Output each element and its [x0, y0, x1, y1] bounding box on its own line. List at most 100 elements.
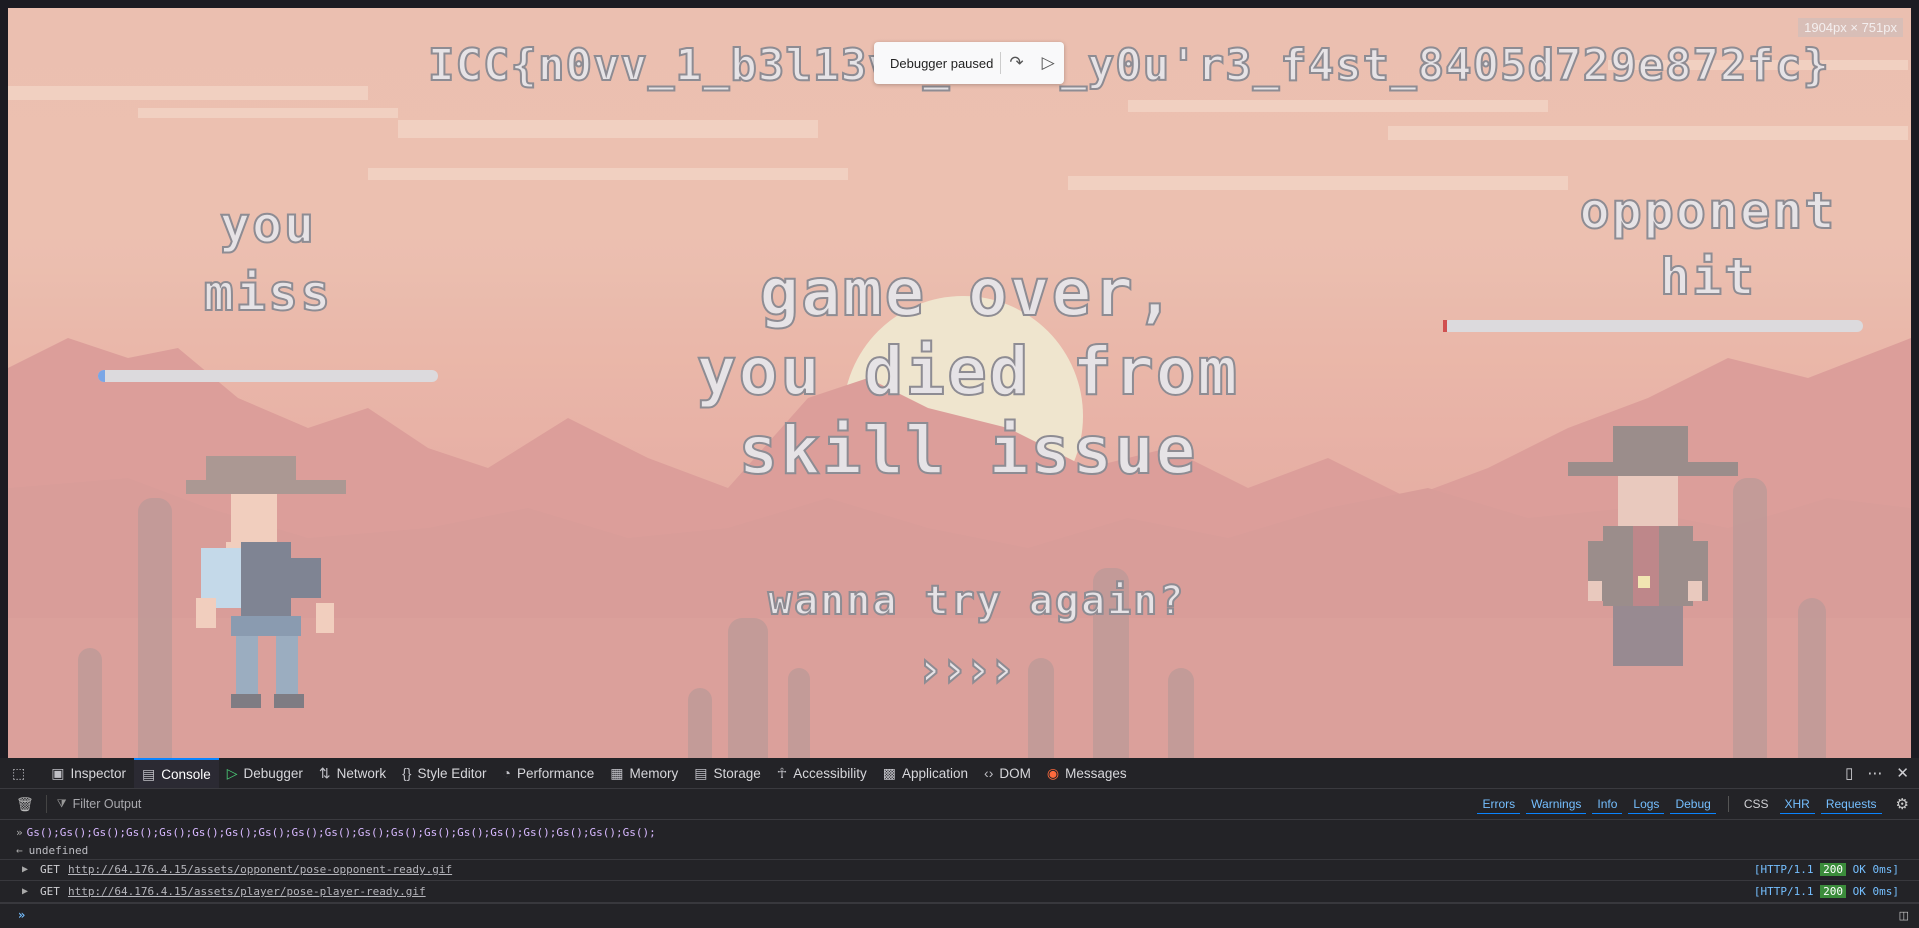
inspector-icon: ▣: [51, 764, 65, 781]
tab-label: Debugger: [243, 765, 303, 781]
console-settings-icon[interactable]: ⚙: [1896, 795, 1909, 813]
input-echo-icon: »: [16, 825, 23, 839]
debugger-icon: ▷: [226, 764, 238, 781]
filter-output-input[interactable]: [70, 796, 475, 812]
step-over-icon[interactable]: ↷: [1001, 53, 1033, 73]
request-method: GET: [40, 863, 60, 876]
tab-style-editor[interactable]: {} Style Editor: [394, 758, 494, 788]
filter-requests[interactable]: Requests: [1820, 795, 1882, 814]
request-url[interactable]: http://64.176.4.15/assets/opponent/pose-…: [68, 863, 452, 876]
tab-label: Messages: [1065, 765, 1127, 781]
status-code-badge: 200: [1820, 885, 1847, 898]
game-viewport: ICC{n0vv_1_b3l13v3_th4t_y0u'r3_f4st_8405…: [8, 8, 1911, 758]
game-over-message: game over, you died from skill issue: [658, 253, 1278, 490]
devtools-tabbar-controls: ▯ ⋯ ✕: [1845, 758, 1909, 788]
style-editor-icon: {}: [402, 765, 412, 781]
tab-label: Style Editor: [417, 765, 487, 781]
devtools-tabs: ▣ Inspector ▤ Console ▷ Debugger ⇅ Network {} Sty…: [43, 758, 1134, 788]
console-filter-bar: 🗑 ⧩ Errors Warnings Info Logs Debug CSS XHR Req…: [0, 789, 1919, 820]
close-icon[interactable]: ✕: [1896, 764, 1909, 782]
tab-inspector[interactable]: ▣ Inspector: [43, 758, 134, 788]
viewport-size-badge: 1904px × 751px: [1798, 18, 1903, 37]
console-prompt: » ◫: [0, 903, 1919, 926]
result-arrow-icon: ←: [16, 843, 23, 857]
player-health-fill: [98, 370, 105, 382]
devtools-tabbar: ⬚ ▣ Inspector ▤ Console ▷ Debugger ⇅ Network {} S…: [0, 758, 1919, 789]
filter-info[interactable]: Info: [1592, 795, 1623, 814]
tab-label: Storage: [713, 765, 761, 781]
tab-dom[interactable]: ‹› DOM: [976, 758, 1039, 788]
player-health-bar: [98, 370, 438, 382]
performance-icon: ◔: [502, 765, 511, 781]
console-input[interactable]: [31, 907, 1836, 923]
divider: [45, 795, 47, 813]
tab-debugger[interactable]: ▷ Debugger: [219, 758, 311, 788]
divider: [1727, 796, 1729, 812]
messages-icon: ◉: [1046, 764, 1060, 781]
request-method: GET: [40, 885, 60, 898]
network-request-row[interactable]: ▶ GET http://64.176.4.15/assets/player/pos…: [0, 881, 1919, 903]
debugger-paused-overlay: Debugger paused ↷ ▷: [874, 42, 1064, 84]
tab-storage[interactable]: ▤ Storage: [686, 758, 769, 788]
tab-messages[interactable]: ◉ Messages: [1039, 758, 1135, 788]
application-icon: ▩: [882, 764, 896, 781]
filter-errors[interactable]: Errors: [1477, 795, 1521, 814]
clear-console-icon[interactable]: 🗑: [16, 796, 34, 813]
dock-side-icon[interactable]: ▯: [1845, 764, 1853, 782]
filter-xhr[interactable]: XHR: [1779, 795, 1815, 814]
dom-icon: ‹›: [984, 765, 994, 781]
request-status[interactable]: [HTTP/1.1 200 OK 0ms]: [1754, 885, 1899, 898]
request-url[interactable]: http://64.176.4.15/assets/player/pose-pl…: [68, 885, 426, 898]
element-picker-icon[interactable]: ⬚: [0, 758, 43, 788]
player-name: you: [219, 195, 317, 255]
filter-logs[interactable]: Logs: [1628, 795, 1665, 814]
debugger-paused-label: Debugger paused: [890, 55, 994, 71]
filter-debug[interactable]: Debug: [1670, 795, 1716, 814]
tab-label: Console: [161, 766, 211, 782]
resume-icon[interactable]: ▷: [1032, 53, 1064, 73]
tab-network[interactable]: ⇅ Network: [311, 758, 394, 788]
devtools-panel: ⬚ ▣ Inspector ▤ Console ▷ Debugger ⇅ Network {} S…: [0, 758, 1919, 928]
game-over-line: skill issue: [737, 411, 1198, 490]
flag-text: ICC{n0vv_1_b3l13v3_th4t_y0u'r3_f4st_8405…: [427, 39, 1831, 92]
game-over-line: game over,: [758, 253, 1177, 332]
player-status-label: you miss: [168, 191, 368, 327]
try-again-button[interactable]: ››››: [898, 639, 1028, 699]
console-icon: ▤: [142, 765, 156, 782]
try-again-prompt: wanna try again?: [767, 577, 1186, 625]
expand-triangle-icon[interactable]: ▶: [22, 886, 40, 897]
filter-warnings[interactable]: Warnings: [1526, 795, 1587, 814]
tab-console[interactable]: ▤ Console: [134, 758, 219, 788]
console-input-text: Gs();Gs();Gs();Gs();Gs();Gs();Gs();Gs();…: [26, 825, 656, 839]
game-over-line: you died from: [696, 332, 1240, 411]
tab-application[interactable]: ▩ Application: [875, 758, 976, 788]
request-status-text: OK 0ms]: [1852, 863, 1899, 876]
tab-label: Application: [902, 765, 969, 781]
more-options-icon[interactable]: ⋯: [1867, 764, 1882, 782]
network-request-row[interactable]: ▶ GET http://64.176.4.15/assets/opponent/p…: [0, 859, 1919, 881]
opponent-name: opponent: [1579, 181, 1837, 241]
opponent-health-bar: [1443, 320, 1863, 332]
tab-accessibility[interactable]: ☥ Accessibility: [769, 758, 875, 788]
tab-label: Accessibility: [793, 765, 867, 781]
console-result-text: undefined: [28, 843, 89, 857]
filter-css[interactable]: CSS: [1739, 795, 1774, 813]
opponent-health-fill: [1443, 320, 1448, 332]
tab-memory[interactable]: ▦ Memory: [602, 758, 686, 788]
opponent-status-label: opponent hit: [1538, 178, 1878, 310]
network-icon: ⇅: [318, 764, 331, 781]
expand-triangle-icon[interactable]: ▶: [22, 864, 40, 875]
player-action: miss: [203, 263, 333, 323]
accessibility-icon: ☥: [776, 764, 788, 781]
editor-mode-icon[interactable]: ◫: [1899, 909, 1909, 922]
memory-icon: ▦: [610, 764, 624, 781]
console-input-echo: » Gs();Gs();Gs();Gs();Gs();Gs();Gs();Gs(…: [0, 822, 1919, 842]
tab-label: Inspector: [70, 765, 126, 781]
request-status[interactable]: [HTTP/1.1 200 OK 0ms]: [1754, 863, 1899, 876]
tab-label: Memory: [629, 765, 679, 781]
tab-label: Network: [336, 765, 387, 781]
tab-performance[interactable]: ◔ Performance: [494, 758, 602, 788]
console-result: ← undefined: [0, 841, 1919, 860]
prompt-chevron-icon: »: [18, 908, 26, 922]
filter-icon: ⧩: [56, 797, 67, 810]
